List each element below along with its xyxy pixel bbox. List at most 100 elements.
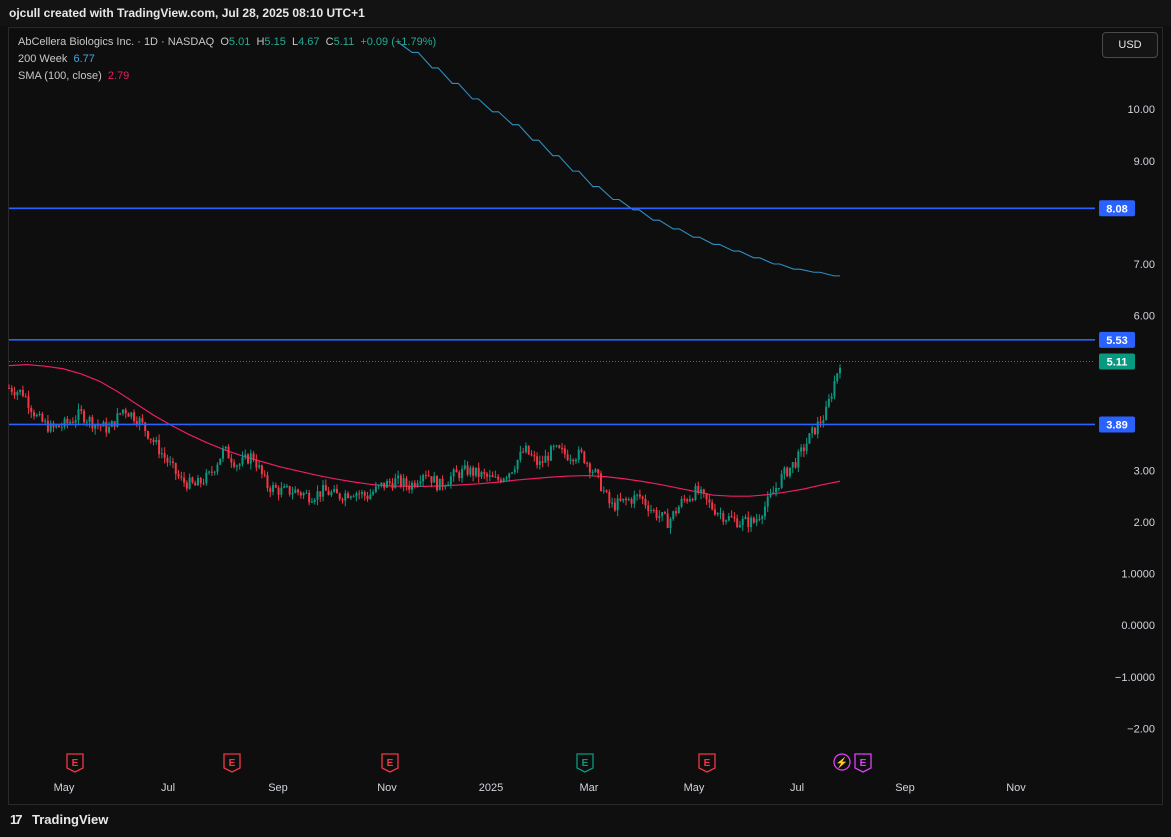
candle-body <box>274 484 277 488</box>
candle-body <box>811 427 814 434</box>
candle-body <box>310 501 313 503</box>
candle-body <box>583 451 586 463</box>
candle-body <box>341 499 344 501</box>
x-tick-label: Nov <box>377 782 397 794</box>
candle-body <box>819 421 822 423</box>
candle-body <box>352 496 355 498</box>
candle-body <box>725 520 728 522</box>
candle-body <box>436 476 439 491</box>
candle-body <box>511 472 514 474</box>
candle-body <box>499 479 502 482</box>
candle-body <box>772 492 775 494</box>
candle-body <box>599 473 602 491</box>
candle-body <box>613 502 616 511</box>
candle-body <box>805 443 808 451</box>
candle-body <box>522 451 525 453</box>
candle-body <box>247 454 250 464</box>
candle-body <box>561 447 564 449</box>
candle-body <box>580 449 583 452</box>
candle-body <box>755 519 758 523</box>
ohlc-legend: AbCellera Biologics Inc. · 1D · NASDAQ O… <box>18 36 437 48</box>
candle-body <box>419 481 422 484</box>
candle-body <box>452 469 455 477</box>
candle-body <box>369 494 372 500</box>
candle-body <box>205 472 208 484</box>
candle-body <box>141 418 144 423</box>
candle-body <box>822 420 825 423</box>
candle-body <box>313 499 316 502</box>
level-price-label: 8.08 <box>1106 203 1127 215</box>
candle-body <box>508 473 511 478</box>
candle-body <box>280 487 283 495</box>
candle-body <box>638 494 641 497</box>
candle-body <box>666 513 669 528</box>
candle-body <box>305 492 308 494</box>
candle-body <box>477 467 480 477</box>
candle-body <box>99 425 102 427</box>
candle-body <box>83 410 86 423</box>
candle-body <box>158 440 161 455</box>
sma-legend[interactable]: SMA (100, close) 2.79 <box>18 70 129 82</box>
candle-body <box>344 493 347 501</box>
candle-body <box>813 427 816 435</box>
candle-body <box>410 482 413 490</box>
candle-body <box>574 459 577 462</box>
candle-body <box>199 477 202 484</box>
candle-body <box>372 492 375 495</box>
candle-body <box>285 486 288 488</box>
candle-body <box>133 412 136 422</box>
candle-body <box>547 455 550 461</box>
candle-body <box>322 485 325 497</box>
candle-body <box>127 413 130 417</box>
candle-body <box>839 367 841 374</box>
candle-body <box>672 511 675 519</box>
candle-body <box>196 477 199 486</box>
tradingview-logo[interactable]: 17 TradingView <box>10 812 108 827</box>
candle-body <box>171 461 174 463</box>
candle-body <box>647 505 650 511</box>
candle-body <box>488 475 491 477</box>
candle-body <box>358 493 361 495</box>
candle-body <box>333 488 336 492</box>
high-value: 5.15 <box>264 36 286 48</box>
candle-body <box>827 398 830 407</box>
candle-body <box>21 389 24 397</box>
candle-body <box>347 493 350 499</box>
x-tick-label: Mar <box>580 782 599 794</box>
candle-body <box>30 408 33 413</box>
ma200-legend[interactable]: 200 Week 6.77 <box>18 53 95 65</box>
candle-body <box>302 493 305 496</box>
candle-body <box>480 472 483 477</box>
candle-body <box>405 478 408 486</box>
candle-body <box>397 475 400 479</box>
candle-body <box>349 496 352 499</box>
event-glyph: E <box>229 758 236 769</box>
change-value: +0.09 (+1.79%) <box>360 36 437 48</box>
event-glyph: E <box>72 758 79 769</box>
candle-body <box>327 490 330 496</box>
candle-body <box>758 518 761 520</box>
candle-body <box>394 478 397 489</box>
y-tick-label: 3.00 <box>1134 465 1155 477</box>
currency-button[interactable]: USD <box>1102 32 1158 58</box>
candle-body <box>750 517 753 528</box>
price-chart[interactable]: 10.00 9.00 7.00 6.00 3.00 2.00 1.0000 0.0000 −1.… <box>0 0 1171 837</box>
candle-body <box>297 489 300 493</box>
candle-body <box>374 486 377 493</box>
candle-body <box>650 509 653 511</box>
candle-body <box>702 489 705 494</box>
candle-body <box>730 516 733 518</box>
candle-body <box>558 445 561 448</box>
candle-body <box>686 499 689 502</box>
candle-body <box>752 517 755 523</box>
candle-body <box>174 462 177 475</box>
candle-body <box>330 491 333 496</box>
event-glyph: E <box>582 758 589 769</box>
close-value: 5.11 <box>333 36 355 48</box>
candle-body <box>738 525 741 528</box>
candle-body <box>80 409 83 411</box>
candle-body <box>680 499 683 507</box>
candle-body <box>155 440 158 443</box>
candle-body <box>160 453 163 455</box>
candle-body <box>74 420 77 423</box>
